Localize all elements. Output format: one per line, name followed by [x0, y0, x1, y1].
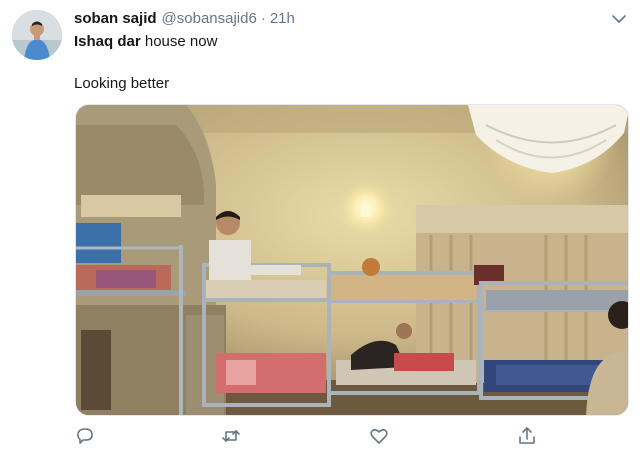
tweet-text-rest: house now [140, 33, 218, 50]
heart-icon[interactable] [368, 425, 390, 447]
tweet-actions [74, 425, 544, 449]
tweet-text-line-2: Looking better [74, 75, 170, 92]
tweet-photo[interactable] [75, 104, 629, 416]
tweet-timestamp[interactable]: 21h [270, 10, 295, 27]
tweet-card[interactable]: soban sajid @sobansajid6 · 21h Ishaq dar… [0, 0, 640, 456]
author-name[interactable]: soban sajid [74, 10, 157, 27]
avatar[interactable] [12, 10, 62, 60]
share-icon[interactable] [516, 425, 538, 447]
chevron-down-icon[interactable] [610, 10, 628, 28]
separator-dot: · [260, 10, 266, 27]
tweet-text-bold: Ishaq dar [74, 33, 141, 50]
retweet-icon[interactable] [220, 425, 242, 447]
reply-icon[interactable] [74, 425, 96, 447]
author-handle[interactable]: @sobansajid6 [162, 10, 257, 27]
tweet-header: soban sajid @sobansajid6 · 21h [74, 10, 600, 30]
tweet-text-line-1: Ishaq dar house now [74, 33, 217, 51]
